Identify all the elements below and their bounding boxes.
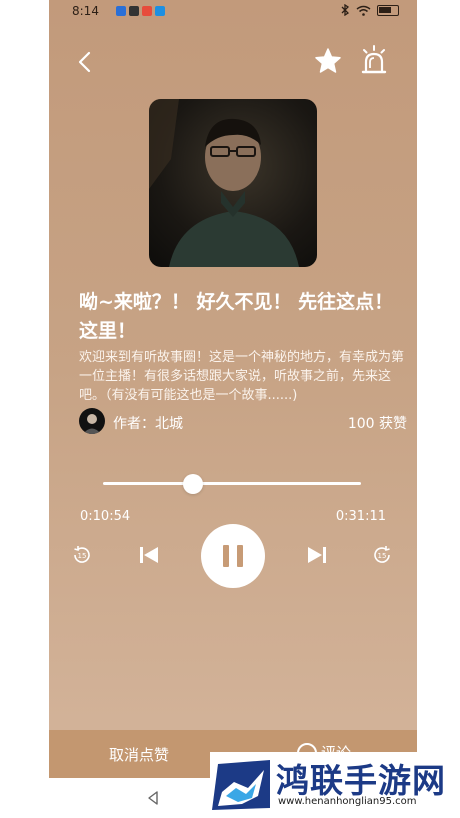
wifi-icon: [356, 5, 371, 16]
watermark-brand: 鸿联手游网: [276, 761, 446, 800]
episode-title: 呦~来啦？！ 好久不见！ 先往这点！这里！: [79, 291, 394, 342]
forward-15-icon[interactable]: 15: [371, 544, 393, 566]
rewind-label: 15: [78, 552, 87, 560]
app-notif-icon: [155, 6, 165, 16]
battery-icon: [377, 4, 399, 16]
author-name[interactable]: 作者：北城: [113, 413, 183, 433]
cover-portrait: [149, 99, 299, 267]
unlike-button[interactable]: 取消点赞: [109, 744, 169, 765]
app-notif-icon: [116, 6, 126, 16]
left-margin: [0, 0, 49, 818]
current-time: 0:10:54: [80, 509, 131, 524]
forward-label: 15: [378, 552, 387, 560]
app-notif-icon: [129, 6, 139, 16]
pause-button[interactable]: [201, 524, 265, 588]
author-row: 作者：北城 100 获赞: [79, 408, 409, 436]
watermark-logo-icon: [212, 760, 270, 810]
status-time: 8:14: [72, 4, 99, 18]
bluetooth-icon: [341, 4, 350, 16]
alarm-light-icon[interactable]: [359, 44, 389, 76]
rewind-15-icon[interactable]: 15: [71, 544, 93, 566]
right-margin: [417, 0, 460, 818]
progress-thumb[interactable]: [183, 474, 204, 494]
watermark: 鸿联手游网 www.henanhonglian95.com: [210, 752, 448, 814]
pause-bar-right: [237, 545, 243, 567]
album-cover-image: [149, 99, 317, 267]
app-notif-icon: [142, 6, 152, 16]
back-chevron-icon[interactable]: [71, 48, 99, 76]
status-bar: 8:14: [49, 0, 417, 24]
pause-bar-left: [223, 545, 229, 567]
player-screen: 8:14 呦~来啦？！ 好久不见！ 先往这点！这里！ 欢迎来到有听故事圈！这是一…: [49, 0, 417, 818]
status-right: [341, 4, 399, 16]
next-track-icon[interactable]: [305, 543, 329, 567]
total-time: 0:31:11: [335, 509, 386, 524]
progress-track[interactable]: [103, 482, 361, 485]
favorite-star-icon[interactable]: [313, 46, 343, 76]
previous-track-icon[interactable]: [137, 543, 161, 567]
notification-icons: [116, 6, 165, 16]
author-avatar[interactable]: [79, 408, 105, 434]
nav-back-icon[interactable]: [145, 790, 161, 806]
episode-description: 欢迎来到有听故事圈！这是一个神秘的地方，有幸成为第一位主播！有很多话想跟大家说，…: [79, 350, 405, 403]
watermark-url: www.henanhonglian95.com: [278, 796, 417, 807]
likes-count: 100 获赞: [347, 416, 407, 432]
